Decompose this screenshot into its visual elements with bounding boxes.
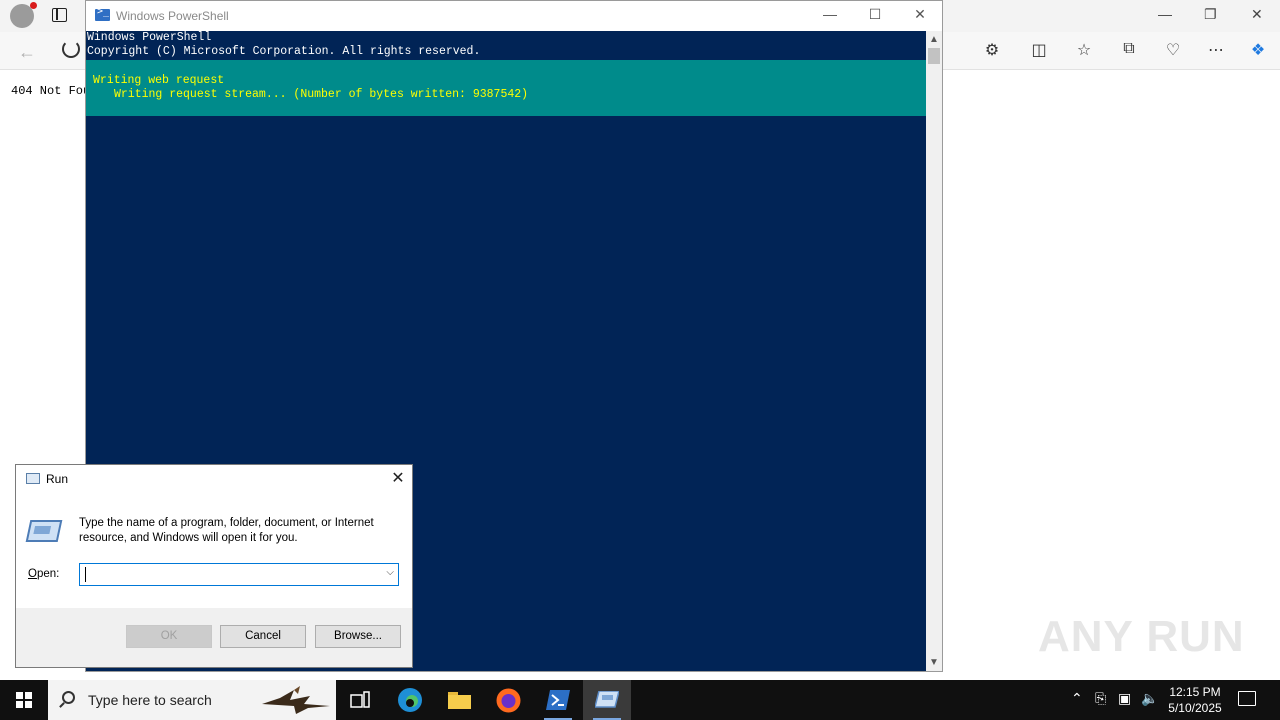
run-taskbar-button[interactable] — [583, 680, 631, 720]
more-icon[interactable]: ⋯ — [1205, 40, 1227, 60]
run-program-icon — [25, 520, 63, 542]
show-hidden-icons-icon[interactable]: ⌃ — [1071, 690, 1083, 707]
taskbar-clock[interactable]: 12:15 PM 5/10/2025 — [1162, 684, 1228, 716]
run-description: Type the name of a program, folder, docu… — [79, 517, 374, 544]
back-icon[interactable]: ← — [18, 42, 36, 63]
chevron-down-icon[interactable]: ⌵ — [386, 567, 394, 578]
task-view-icon — [350, 691, 370, 708]
progress-band: Writing web request Writing request stre… — [86, 60, 926, 116]
run-icon — [595, 691, 619, 708]
ok-button[interactable]: OK — [126, 625, 212, 648]
taskbar: Type here to search ⌃ ⎘ ▣ 🔈 12:15 PM 5/1… — [0, 680, 1280, 720]
performance-icon[interactable]: ♡ — [1162, 40, 1184, 60]
scroll-up-icon[interactable]: ▲ — [929, 34, 939, 45]
clock-date: 5/10/2025 — [1168, 701, 1222, 715]
search-highlight-icon — [262, 686, 330, 714]
tab-actions-icon[interactable] — [52, 8, 67, 22]
console-scrollbar[interactable]: ▲ ▼ — [926, 31, 942, 671]
task-view-button[interactable] — [336, 680, 384, 720]
watermark-logo: ANY RUN — [1038, 612, 1245, 661]
extensions-icon[interactable]: ⚙ — [981, 40, 1003, 60]
close-icon[interactable]: ✕ — [909, 6, 931, 23]
minimize-icon[interactable]: — — [1158, 6, 1172, 22]
powershell-icon — [546, 690, 570, 710]
console-line: Windows PowerShell — [87, 31, 212, 44]
clock-time: 12:15 PM — [1169, 685, 1221, 699]
minimize-icon[interactable]: — — [819, 6, 841, 22]
maximize-icon[interactable]: ☐ — [864, 6, 886, 23]
powershell-taskbar-button[interactable] — [534, 680, 582, 720]
powershell-icon — [95, 6, 110, 21]
device-icon[interactable]: ⎘ — [1095, 690, 1106, 707]
edge-button[interactable] — [386, 680, 434, 720]
scroll-thumb[interactable] — [928, 48, 940, 64]
close-icon[interactable]: ✕ — [388, 468, 408, 488]
copilot-icon[interactable]: ❖ — [1247, 40, 1269, 60]
refresh-icon[interactable] — [62, 40, 80, 58]
powershell-titlebar[interactable]: Windows PowerShell — ☐ ✕ — [86, 1, 942, 31]
run-title: Run — [46, 472, 69, 486]
open-input[interactable]: ⌵ — [79, 563, 399, 586]
folder-icon — [448, 692, 471, 709]
notification-icon[interactable] — [1238, 691, 1256, 706]
firefox-button[interactable] — [484, 680, 532, 720]
progress-detail: Writing request stream... (Number of byt… — [114, 88, 529, 101]
run-dialog: Run ✕ Type the name of a program, folder… — [15, 464, 413, 668]
favorites-icon[interactable]: ☆ — [1073, 40, 1095, 60]
page-404-text: 404 Not Fou — [11, 84, 91, 98]
run-footer: OK Cancel Browse... — [16, 608, 412, 667]
search-placeholder: Type here to search — [88, 692, 212, 708]
collections-icon[interactable]: ⧉ — [1118, 40, 1140, 58]
text-caret — [85, 567, 86, 582]
cancel-button[interactable]: Cancel — [220, 625, 306, 648]
split-screen-icon[interactable]: ◫ — [1028, 40, 1050, 60]
browse-button[interactable]: Browse... — [315, 625, 401, 648]
close-icon[interactable]: ✕ — [1251, 6, 1263, 23]
file-explorer-button[interactable] — [435, 680, 483, 720]
network-icon[interactable]: ▣ — [1118, 690, 1131, 707]
open-label: Open: — [28, 568, 60, 580]
profile-icon[interactable] — [10, 2, 37, 28]
windows-logo-icon — [16, 692, 32, 708]
edge-icon — [398, 688, 422, 712]
powershell-title: Windows PowerShell — [116, 9, 229, 23]
firefox-icon — [496, 688, 521, 713]
volume-icon[interactable]: 🔈 — [1141, 690, 1158, 707]
restore-icon[interactable]: ❐ — [1204, 6, 1217, 23]
start-button[interactable] — [0, 680, 48, 720]
taskbar-search[interactable]: Type here to search — [48, 680, 336, 720]
run-icon — [26, 473, 40, 484]
console-line: Copyright (C) Microsoft Corporation. All… — [87, 45, 481, 58]
progress-title: Writing web request — [93, 74, 225, 87]
scroll-down-icon[interactable]: ▼ — [929, 657, 939, 668]
run-titlebar[interactable]: Run ✕ — [16, 465, 412, 493]
search-icon — [62, 691, 75, 704]
